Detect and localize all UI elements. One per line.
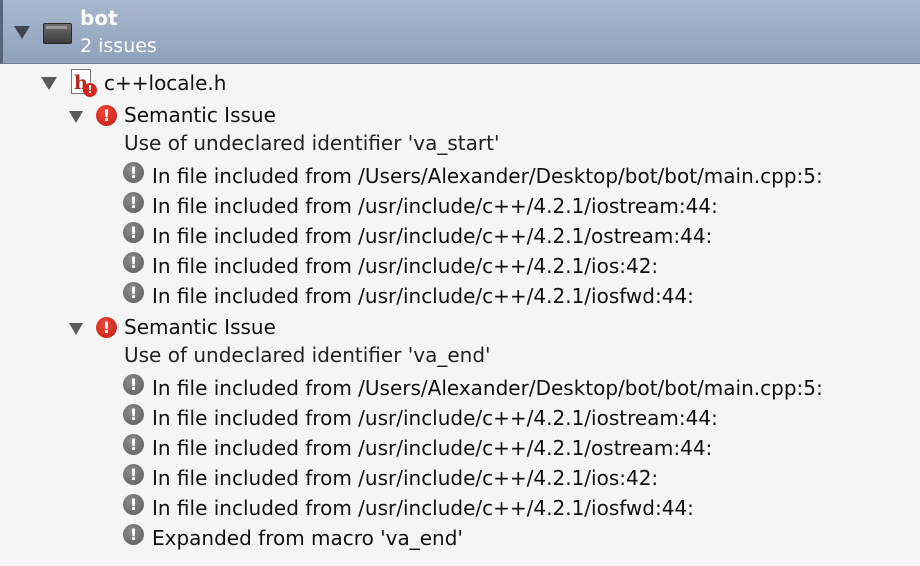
disclosure-triangle-icon[interactable] (69, 323, 83, 335)
note-icon: ! (123, 434, 144, 455)
note-text: Expanded from macro 'va_end' (152, 526, 463, 550)
issue-row[interactable]: ! Semantic Issue (0, 312, 920, 342)
note-icon: ! (123, 222, 144, 243)
note-text: In file included from /usr/include/c++/4… (152, 436, 713, 460)
note-text: In file included from /usr/include/c++/4… (152, 466, 659, 490)
note-text: In file included from /usr/include/c++/4… (152, 194, 718, 218)
note-icon: ! (123, 162, 144, 183)
note-text: In file included from /usr/include/c++/4… (152, 254, 659, 278)
issue-row[interactable]: ! Semantic Issue (0, 100, 920, 130)
issue-title: Semantic Issue (124, 315, 276, 339)
disclosure-triangle-icon[interactable] (14, 26, 30, 39)
error-icon: ! (96, 105, 117, 126)
note-icon: ! (123, 374, 144, 395)
note-text: In file included from /Users/Alexander/D… (152, 376, 823, 400)
note-icon: ! (123, 404, 144, 425)
note-icon: ! (123, 252, 144, 273)
issue-message: Use of undeclared identifier 'va_start' (124, 131, 500, 155)
note-text: In file included from /usr/include/c++/4… (152, 496, 694, 520)
disclosure-triangle-icon[interactable] (41, 77, 57, 90)
note-text: In file included from /usr/include/c++/4… (152, 224, 713, 248)
note-icon: ! (123, 494, 144, 515)
file-error-badge-icon: ! (83, 83, 97, 97)
note-text: In file included from /Users/Alexander/D… (152, 164, 823, 188)
issue-title: Semantic Issue (124, 103, 276, 127)
project-folder-icon (43, 23, 72, 44)
project-row[interactable]: bot 2 issues (0, 0, 920, 64)
note-icon: ! (123, 192, 144, 213)
error-icon: ! (96, 317, 117, 338)
note-text: In file included from /usr/include/c++/4… (152, 406, 718, 430)
project-name: bot (80, 6, 118, 30)
note-text: In file included from /usr/include/c++/4… (152, 284, 694, 308)
file-name: c++locale.h (104, 71, 227, 95)
note-icon: ! (123, 524, 144, 545)
issue-message: Use of undeclared identifier 'va_end' (124, 343, 491, 367)
note-icon: ! (123, 282, 144, 303)
issue-count: 2 issues (80, 35, 157, 57)
disclosure-triangle-icon[interactable] (69, 111, 83, 123)
file-row[interactable]: h ! c++locale.h (0, 68, 920, 98)
note-icon: ! (123, 464, 144, 485)
